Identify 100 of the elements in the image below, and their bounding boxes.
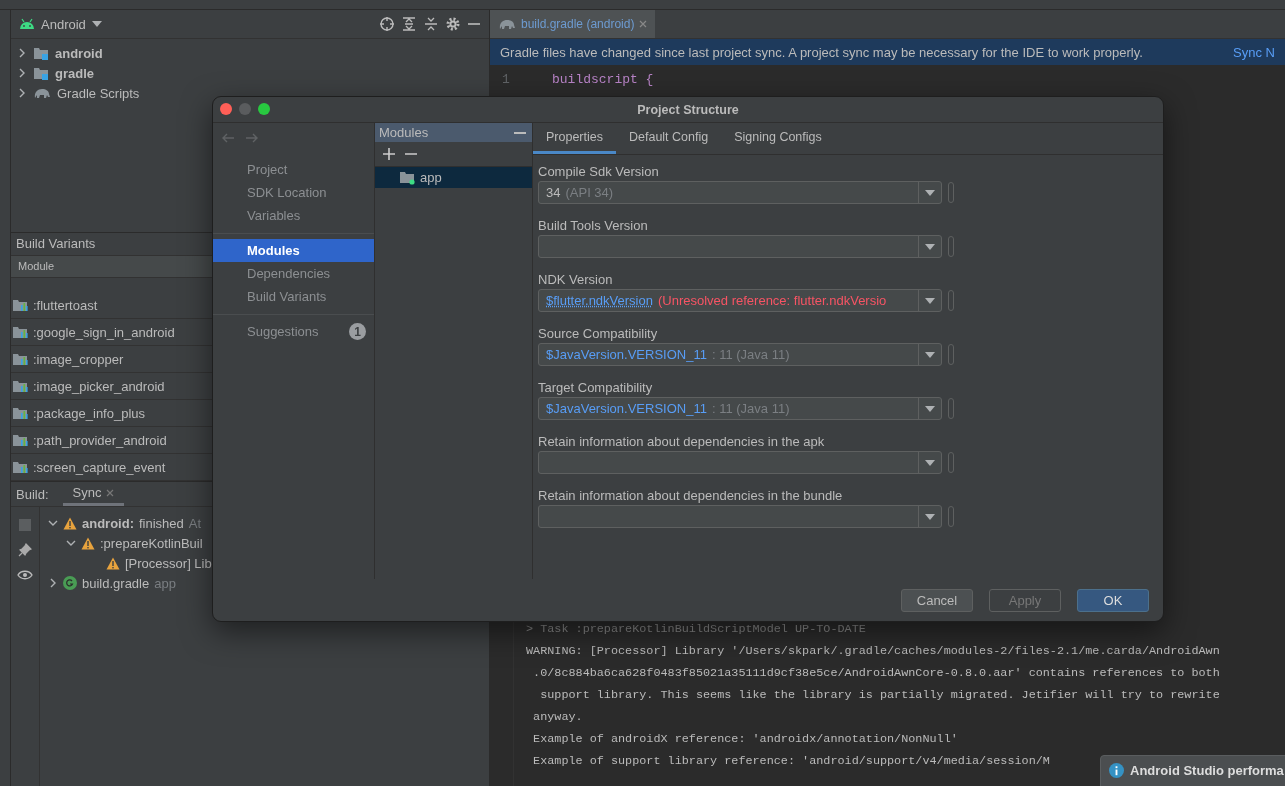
warning-icon [63,516,77,530]
view-selector[interactable]: Android [41,16,86,32]
caret-icon[interactable] [925,459,935,466]
table-cell: :screen_capture_event [33,459,166,475]
nav-item[interactable]: SDK Location [213,181,374,204]
nav-item[interactable]: Project [213,158,374,181]
table-cell: :google_sign_in_android [33,324,175,340]
tree-item-text: At [188,515,202,531]
field-label: Target Compatibility [538,379,654,397]
side-handle[interactable] [948,452,954,473]
chevron-right-icon[interactable] [17,88,27,98]
caret-icon[interactable] [91,21,102,27]
side-handle[interactable] [948,506,954,527]
field-label: NDK Version [538,271,614,289]
elephant-icon [33,86,51,100]
dropdown-field[interactable] [538,235,942,258]
caret-icon[interactable] [925,513,935,520]
table-cell: :path_provider_android [33,432,167,448]
dialog-title: Project Structure [637,102,739,117]
chevron-right-icon[interactable] [48,578,58,588]
tree-item-text: :prepareKotlinBuil [100,535,203,551]
sync-link[interactable]: Sync N [1233,44,1275,60]
module-folder-icon [13,298,29,312]
console-line: Example of androidX reference: 'androidx/annotation/NonNull' [532,731,958,748]
module-folder-icon [13,406,29,420]
panel-label: Build: [16,486,49,502]
module-folder-icon [33,45,49,61]
side-handle[interactable] [948,290,954,311]
dialog-button[interactable]: Cancel [901,588,973,612]
pin-icon[interactable] [18,543,32,557]
dropdown-field[interactable]: $flutter.ndkVersion (Unresolved reference: flutter.ndkVersio [538,289,942,312]
collapse-all-icon[interactable] [423,16,439,32]
expand-all-icon[interactable] [401,16,417,32]
tree-item-text: android: [82,515,134,531]
console-line: WARNING: [Processor] Library '/Users/skpark/.gradle/caches/modules-2/files-2.1/me.carda/AndroidAwn [526,643,1220,660]
module-folder-icon [33,65,49,81]
dropdown-field[interactable]: $JavaVersion.VERSION_11 : 11 (Java 11) [538,397,942,420]
target-icon[interactable] [379,16,395,32]
close-window-button[interactable] [220,103,232,115]
chevron-down-icon[interactable] [66,538,76,548]
line-number: 1 [501,71,511,87]
console-line: anyway. [532,709,583,726]
nav-item[interactable]: Modules [213,239,374,262]
caret-icon[interactable] [925,297,935,304]
dropdown-field[interactable]: $JavaVersion.VERSION_11 : 11 (Java 11) [538,343,942,366]
nav-item[interactable]: Suggestions 1 [213,320,374,343]
tab[interactable]: Signing Configs [721,123,835,154]
dropdown-field[interactable] [538,451,942,474]
tab[interactable]: Default Config [616,123,722,154]
close-icon[interactable] [106,488,115,497]
table-cell: :image_picker_android [33,378,165,394]
caret-icon[interactable] [925,405,935,412]
dropdown-field[interactable]: 34 (API 34) [538,181,942,204]
warning-icon [106,556,120,570]
chevron-down-icon[interactable] [48,518,58,528]
chevron-right-icon[interactable] [17,48,27,58]
add-icon[interactable] [383,148,395,160]
side-handle[interactable] [948,236,954,257]
tree-item[interactable]: android [55,45,103,61]
side-handle[interactable] [948,182,954,203]
dropdown-field[interactable] [538,505,942,528]
code-line: buildscript { [551,71,654,87]
side-handle[interactable] [948,398,954,419]
tab[interactable]: Properties [533,123,616,154]
caret-icon[interactable] [925,243,935,250]
console-line: > Task :prepareKotlinBuildScriptModel UP-TO-DATE [526,621,866,638]
side-handle[interactable] [948,344,954,365]
module-folder-icon [400,170,416,185]
zoom-window-button[interactable] [258,103,270,115]
column-header: Module [18,260,55,273]
module-list-item[interactable]: app [375,167,532,188]
module-folder-icon [13,325,29,339]
module-folder-icon [13,433,29,447]
panel-title: Build Variants [16,236,96,252]
editor-tab[interactable]: build.gradle (android) [490,10,656,38]
dialog-button[interactable]: OK [1077,588,1149,612]
tree-item-text: finished [139,515,184,531]
settings-icon[interactable] [445,16,461,32]
field-label: Build Tools Version [538,217,649,235]
caret-icon[interactable] [925,351,935,358]
notification-title: Android Studio performa [1130,763,1284,778]
tab[interactable]: Sync [62,482,125,506]
gradle-file-icon [63,576,77,590]
module-folder-icon [13,352,29,366]
notification-popup[interactable]: Android Studio performa [1100,755,1285,786]
table-cell: :fluttertoast [33,297,98,313]
console-line: Example of support library reference: 'android/support/v4/media/session/M [532,753,1050,770]
chevron-right-icon[interactable] [17,68,27,78]
tree-item-text: build.gradle [82,575,150,591]
tree-item[interactable]: gradle [55,65,94,81]
module-folder-icon [13,460,29,474]
console-line: support library. This seems like the library is partially migrated. Jetifier will try to rewrite [539,687,1220,704]
warning-icon [81,536,95,550]
nav-item[interactable]: Build Variants [213,285,374,308]
caret-icon[interactable] [925,189,935,196]
nav-item[interactable]: Dependencies [213,262,374,285]
nav-item[interactable]: Variables [213,204,374,227]
eye-icon[interactable] [17,569,33,581]
tree-item[interactable]: Gradle Scripts [57,85,140,101]
close-icon[interactable] [639,20,648,28]
